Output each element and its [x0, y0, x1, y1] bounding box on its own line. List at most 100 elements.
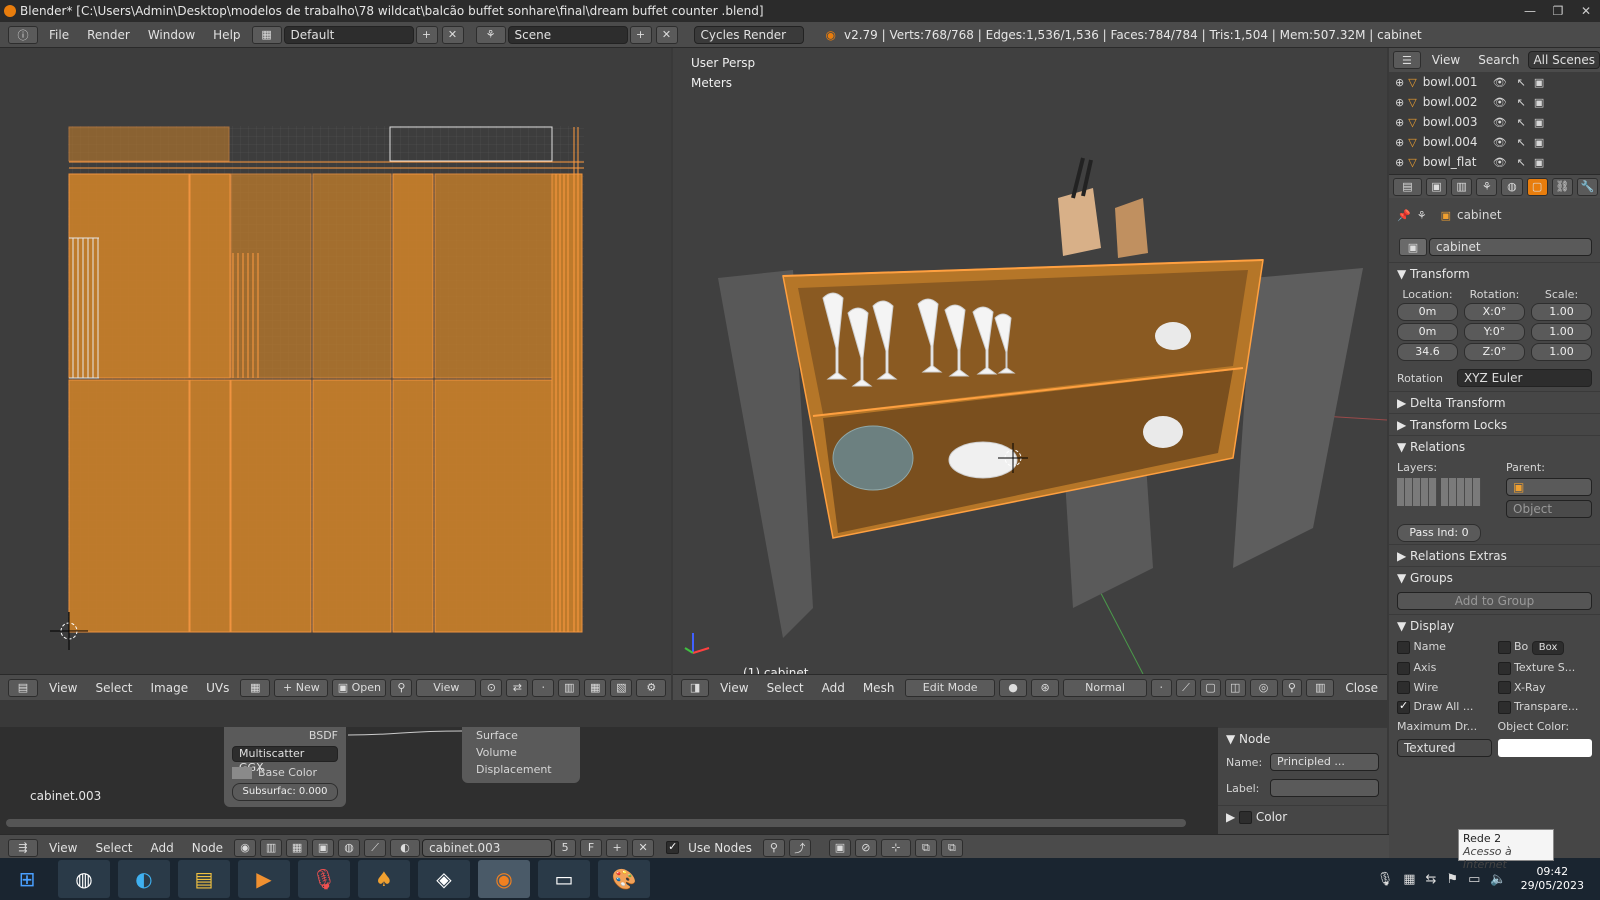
eye-icon[interactable]: 👁	[1493, 136, 1507, 149]
transform-locks-toggle[interactable]: ▶ Transform Locks	[1389, 413, 1600, 435]
snap-icon[interactable]: ⚙	[636, 678, 667, 697]
menu-help[interactable]: Help	[204, 28, 249, 42]
pass-index-field[interactable]: Pass Ind: 0	[1397, 524, 1481, 542]
add-scene-icon[interactable]: +	[629, 25, 652, 44]
viewport-editor-type-icon[interactable]: ◨	[681, 678, 710, 697]
proportional-edit-icon[interactable]: ◎	[1249, 678, 1278, 697]
cursor-select-icon[interactable]: ↖	[1517, 76, 1526, 89]
render-tab-icon[interactable]: ▣	[1425, 177, 1447, 196]
uv-menu-uvs[interactable]: UVs	[197, 681, 238, 695]
object-name-field[interactable]: cabinet	[1429, 238, 1592, 256]
game-app-icon[interactable]: ♠	[358, 860, 410, 898]
material-name-field[interactable]: cabinet.003	[422, 838, 553, 857]
uv-menu-image[interactable]: Image	[142, 681, 198, 695]
face-mode-icon[interactable]: ▢	[1200, 678, 1221, 697]
subsurface-field[interactable]: Subsurfac: 0.000	[232, 783, 338, 801]
image-browse-icon[interactable]: ▦	[240, 678, 271, 697]
outliner-item[interactable]: ⊕ ▽ bowl.003 👁 ↖ ▣	[1389, 112, 1600, 132]
sync-selection-icon[interactable]: ⇄	[506, 678, 529, 697]
principled-bsdf-node[interactable]: BSDF Multiscatter GGX Base Color Subsurf…	[224, 727, 346, 807]
shader-nodes-icon[interactable]: ◉	[234, 838, 257, 857]
parent-type-select[interactable]: Object	[1506, 500, 1592, 518]
node-label-field[interactable]	[1270, 779, 1379, 797]
properties-editor-type-icon[interactable]: ▤	[1393, 177, 1422, 196]
file-explorer-icon[interactable]: ▤	[178, 860, 230, 898]
render-camera-icon[interactable]: ▣	[1534, 156, 1544, 169]
vertex-mode-icon[interactable]: ⋅	[1151, 678, 1172, 697]
wire-checkbox[interactable]	[1397, 681, 1410, 694]
rotation-z-field[interactable]: Z:0°	[1464, 343, 1525, 361]
start-button-icon[interactable]: ⊞	[4, 860, 50, 898]
remove-scene-icon[interactable]: ✕	[655, 25, 678, 44]
island-select-icon[interactable]: ▧	[610, 678, 633, 697]
object-color-swatch[interactable]	[1497, 738, 1592, 757]
tray-volume-icon[interactable]: 🔈	[1490, 872, 1506, 887]
cursor-select-icon[interactable]: ↖	[1517, 116, 1526, 129]
render-camera-icon[interactable]: ▣	[1534, 116, 1544, 129]
menu-window[interactable]: Window	[139, 28, 204, 42]
layers-grid-b[interactable]	[1441, 478, 1481, 506]
uv-menu-view[interactable]: View	[40, 681, 86, 695]
copy-nodes-icon[interactable]: ⧉	[914, 838, 937, 857]
node-editor-scrollbar[interactable]	[6, 819, 1186, 827]
object-tab-icon[interactable]: ▢	[1526, 177, 1548, 196]
interaction-mode-select[interactable]: Edit Mode	[905, 678, 995, 697]
tray-network-icon[interactable]: ▭	[1468, 872, 1480, 887]
tray-sync-icon[interactable]: ⇆	[1426, 872, 1437, 887]
paste-nodes-icon[interactable]: ⧉	[940, 838, 963, 857]
pin-node-tree-icon[interactable]: ⚲	[762, 838, 785, 857]
eye-icon[interactable]: 👁	[1493, 76, 1507, 89]
chrome-icon[interactable]: ◍	[58, 860, 110, 898]
edge-mode-icon[interactable]: ⟋	[1175, 678, 1197, 697]
scale-z-field[interactable]: 1.00	[1531, 343, 1592, 361]
outliner-item[interactable]: ⊕ ▽ bowl.001 👁 ↖ ▣	[1389, 72, 1600, 92]
name-checkbox[interactable]	[1397, 640, 1410, 654]
color-panel-toggle[interactable]: ▶ Color	[1218, 805, 1387, 827]
cursor-select-icon[interactable]: ↖	[1517, 156, 1526, 169]
outliner-display-mode-select[interactable]: All Scenes	[1528, 51, 1600, 69]
fake-user-button[interactable]: F	[580, 838, 603, 857]
texture-space-checkbox[interactable]	[1497, 661, 1511, 675]
outliner-menu-view[interactable]: View	[1423, 53, 1469, 67]
node-editor[interactable]: cabinet.003 BSDF Multiscatter GGX Base C…	[0, 727, 1218, 834]
modifiers-tab-icon[interactable]: 🔧	[1576, 177, 1599, 196]
rotation-y-field[interactable]: Y:0°	[1464, 323, 1525, 341]
outliner-menu-search[interactable]: Search	[1469, 53, 1528, 67]
uv-image-editor[interactable]: ▤ View Select Image UVs ▦ + New ▣ Open ⚲…	[0, 48, 671, 700]
scene-icon[interactable]: ⚘	[475, 25, 506, 44]
minimize-button[interactable]: —	[1516, 0, 1544, 22]
cursor-select-icon[interactable]: ↖	[1517, 96, 1526, 109]
delta-transform-toggle[interactable]: ▶ Delta Transform	[1389, 391, 1600, 413]
viewport-menu-view[interactable]: View	[711, 681, 757, 695]
bounds-checkbox[interactable]	[1497, 640, 1511, 654]
layout-grid-icon[interactable]: ▦	[251, 25, 282, 44]
transform-panel-toggle[interactable]: ▼ Transform	[1389, 262, 1600, 284]
location-y-field[interactable]: 0m	[1397, 323, 1458, 341]
eye-icon[interactable]: 👁	[1493, 96, 1507, 109]
transform-orientation-select[interactable]: Normal	[1063, 678, 1148, 697]
open-image-button[interactable]: ▣ Open	[332, 678, 387, 697]
outliner-item[interactable]: ⊕ ▽ bowl.002 👁 ↖ ▣	[1389, 92, 1600, 112]
parent-field[interactable]: ▣	[1506, 478, 1592, 496]
world-tab-icon[interactable]: ◍	[1501, 177, 1523, 196]
parent-node-tree-icon[interactable]: ⤴	[788, 838, 811, 857]
distribution-select[interactable]: Multiscatter GGX	[232, 746, 338, 774]
axis-checkbox[interactable]	[1397, 661, 1410, 675]
material-browse-icon[interactable]: ◐	[390, 838, 421, 857]
relations-extras-toggle[interactable]: ▶ Relations Extras	[1389, 544, 1600, 566]
unity-icon[interactable]: ◈	[418, 860, 470, 898]
tray-flag-icon[interactable]: ⚑	[1446, 872, 1458, 887]
draw-all-edges-checkbox[interactable]	[1397, 700, 1410, 714]
base-color-swatch[interactable]	[232, 766, 252, 779]
viewport-menu-mesh[interactable]: Mesh	[854, 681, 904, 695]
maximize-button[interactable]: ❐	[1544, 0, 1572, 22]
microphone-app-icon[interactable]: 🎙	[298, 860, 350, 898]
paint-app-icon[interactable]: 🎨	[598, 860, 650, 898]
outliner-editor-type-icon[interactable]: ☰	[1393, 51, 1421, 69]
object-datablock-icon[interactable]: ▣	[1399, 238, 1427, 256]
node-panel-toggle[interactable]: ▼ Node	[1218, 727, 1387, 749]
texture-nodes-icon[interactable]: ▦	[286, 838, 309, 857]
blender-taskbar-icon[interactable]: ◉	[478, 860, 530, 898]
render-camera-icon[interactable]: ▣	[1534, 76, 1544, 89]
snap-node-icon[interactable]: ⊘	[854, 838, 877, 857]
